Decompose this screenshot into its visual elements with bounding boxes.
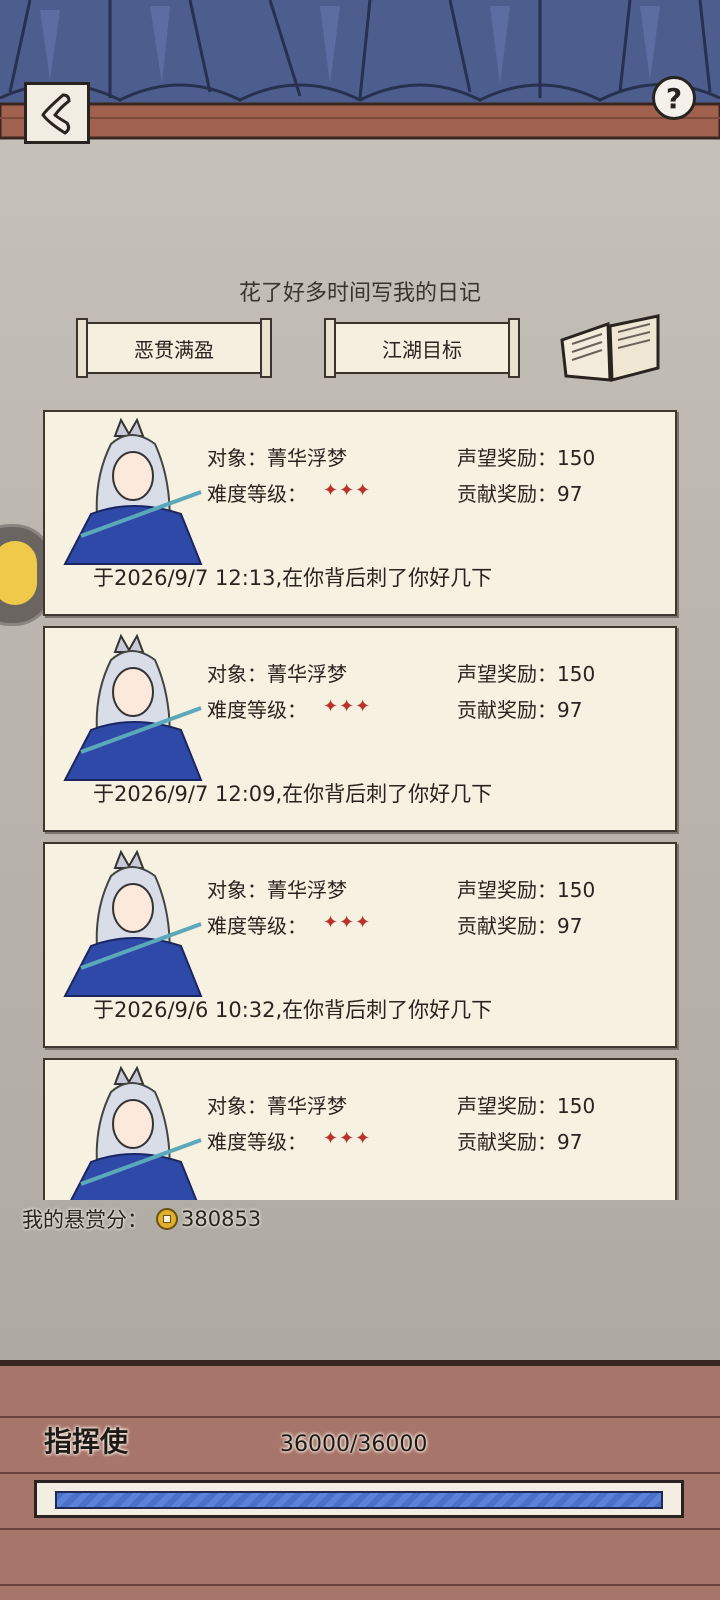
record-card[interactable]: 对象：菁华浮梦 难度等级： ✦✦✦ 声望奖励：150 贡献奖励：97 于2026… (43, 626, 677, 832)
back-arrow-icon (41, 93, 71, 135)
contribution-reward: 贡献奖励：97 (457, 1130, 583, 1154)
difficulty-field: 难度等级： (207, 482, 307, 506)
difficulty-field: 难度等级： (207, 914, 307, 938)
fame-reward: 声望奖励：150 (457, 662, 596, 686)
coin-icon (156, 1208, 178, 1230)
difficulty-stars: ✦✦✦ (323, 912, 372, 933)
character-portrait (63, 417, 203, 565)
bounty-label: 我的悬赏分： (22, 1208, 148, 1232)
record-card[interactable]: 对象：菁华浮梦 难度等级： ✦✦✦ 声望奖励：150 贡献奖励：97 于2026… (43, 842, 677, 1048)
contribution-reward: 贡献奖励：97 (457, 482, 583, 506)
rank-title: 指挥使 (44, 1425, 129, 1458)
target-field: 对象：菁华浮梦 (207, 662, 347, 686)
page-subtitle: 花了好多时间写我的日记 (238, 281, 481, 306)
record-card[interactable]: 对象：菁华浮梦 难度等级： ✦✦✦ 声望奖励：150 贡献奖励：97 于2026… (43, 410, 677, 616)
record-text: 于2026/9/6 10:32,在你背后刺了你好几下 (93, 998, 493, 1022)
target-name: 菁华浮梦 (267, 662, 347, 686)
contribution-reward: 贡献奖励：97 (457, 914, 583, 938)
help-icon: ? (665, 81, 683, 115)
bounty-score: 我的悬赏分： 380853 (22, 1204, 261, 1234)
rank-progress-fill (55, 1491, 663, 1509)
fame-reward: 声望奖励：150 (457, 446, 596, 470)
record-list[interactable]: 对象：菁华浮梦 难度等级： ✦✦✦ 声望奖励：150 贡献奖励：97 于2026… (40, 410, 680, 1200)
difficulty-stars: ✦✦✦ (323, 696, 372, 717)
difficulty-field: 难度等级： (207, 1130, 307, 1154)
character-portrait (63, 849, 203, 997)
rank-progress-bar (34, 1480, 684, 1518)
target-field: 对象：菁华浮梦 (207, 446, 347, 470)
difficulty-stars: ✦✦✦ (323, 1128, 372, 1149)
tab-jianghu-goals-label: 江湖目标 (382, 337, 462, 362)
record-text: 于2026/9/7 12:13,在你背后刺了你好几下 (93, 566, 493, 590)
roof-tiles (0, 0, 720, 140)
difficulty-field: 难度等级： (207, 698, 307, 722)
record-card[interactable]: 对象：菁华浮梦 难度等级： ✦✦✦ 声望奖励：150 贡献奖励：97 (43, 1058, 677, 1200)
target-name: 菁华浮梦 (267, 1094, 347, 1118)
bounty-value: 380853 (181, 1207, 262, 1231)
contribution-reward: 贡献奖励：97 (457, 698, 583, 722)
difficulty-stars: ✦✦✦ (323, 480, 372, 501)
tab-evil-deeds[interactable]: 恶贯满盈 (76, 318, 272, 378)
fame-reward: 声望奖励：150 (457, 1094, 596, 1118)
rank-progress-text: 36000/36000 (280, 1432, 428, 1457)
record-text: 于2026/9/7 12:09,在你背后刺了你好几下 (93, 782, 493, 806)
fame-reward: 声望奖励：150 (457, 878, 596, 902)
target-name: 菁华浮梦 (267, 446, 347, 470)
tab-jianghu-goals[interactable]: 江湖目标 (324, 318, 520, 378)
help-button[interactable]: ? (652, 76, 696, 120)
target-field: 对象：菁华浮梦 (207, 878, 347, 902)
tab-evil-deeds-label: 恶贯满盈 (134, 337, 214, 362)
target-name: 菁华浮梦 (267, 878, 347, 902)
character-portrait (63, 633, 203, 781)
target-field: 对象：菁华浮梦 (207, 1094, 347, 1118)
book-icon[interactable] (558, 310, 664, 386)
back-button[interactable] (24, 82, 90, 144)
character-portrait (70, 1065, 202, 1200)
